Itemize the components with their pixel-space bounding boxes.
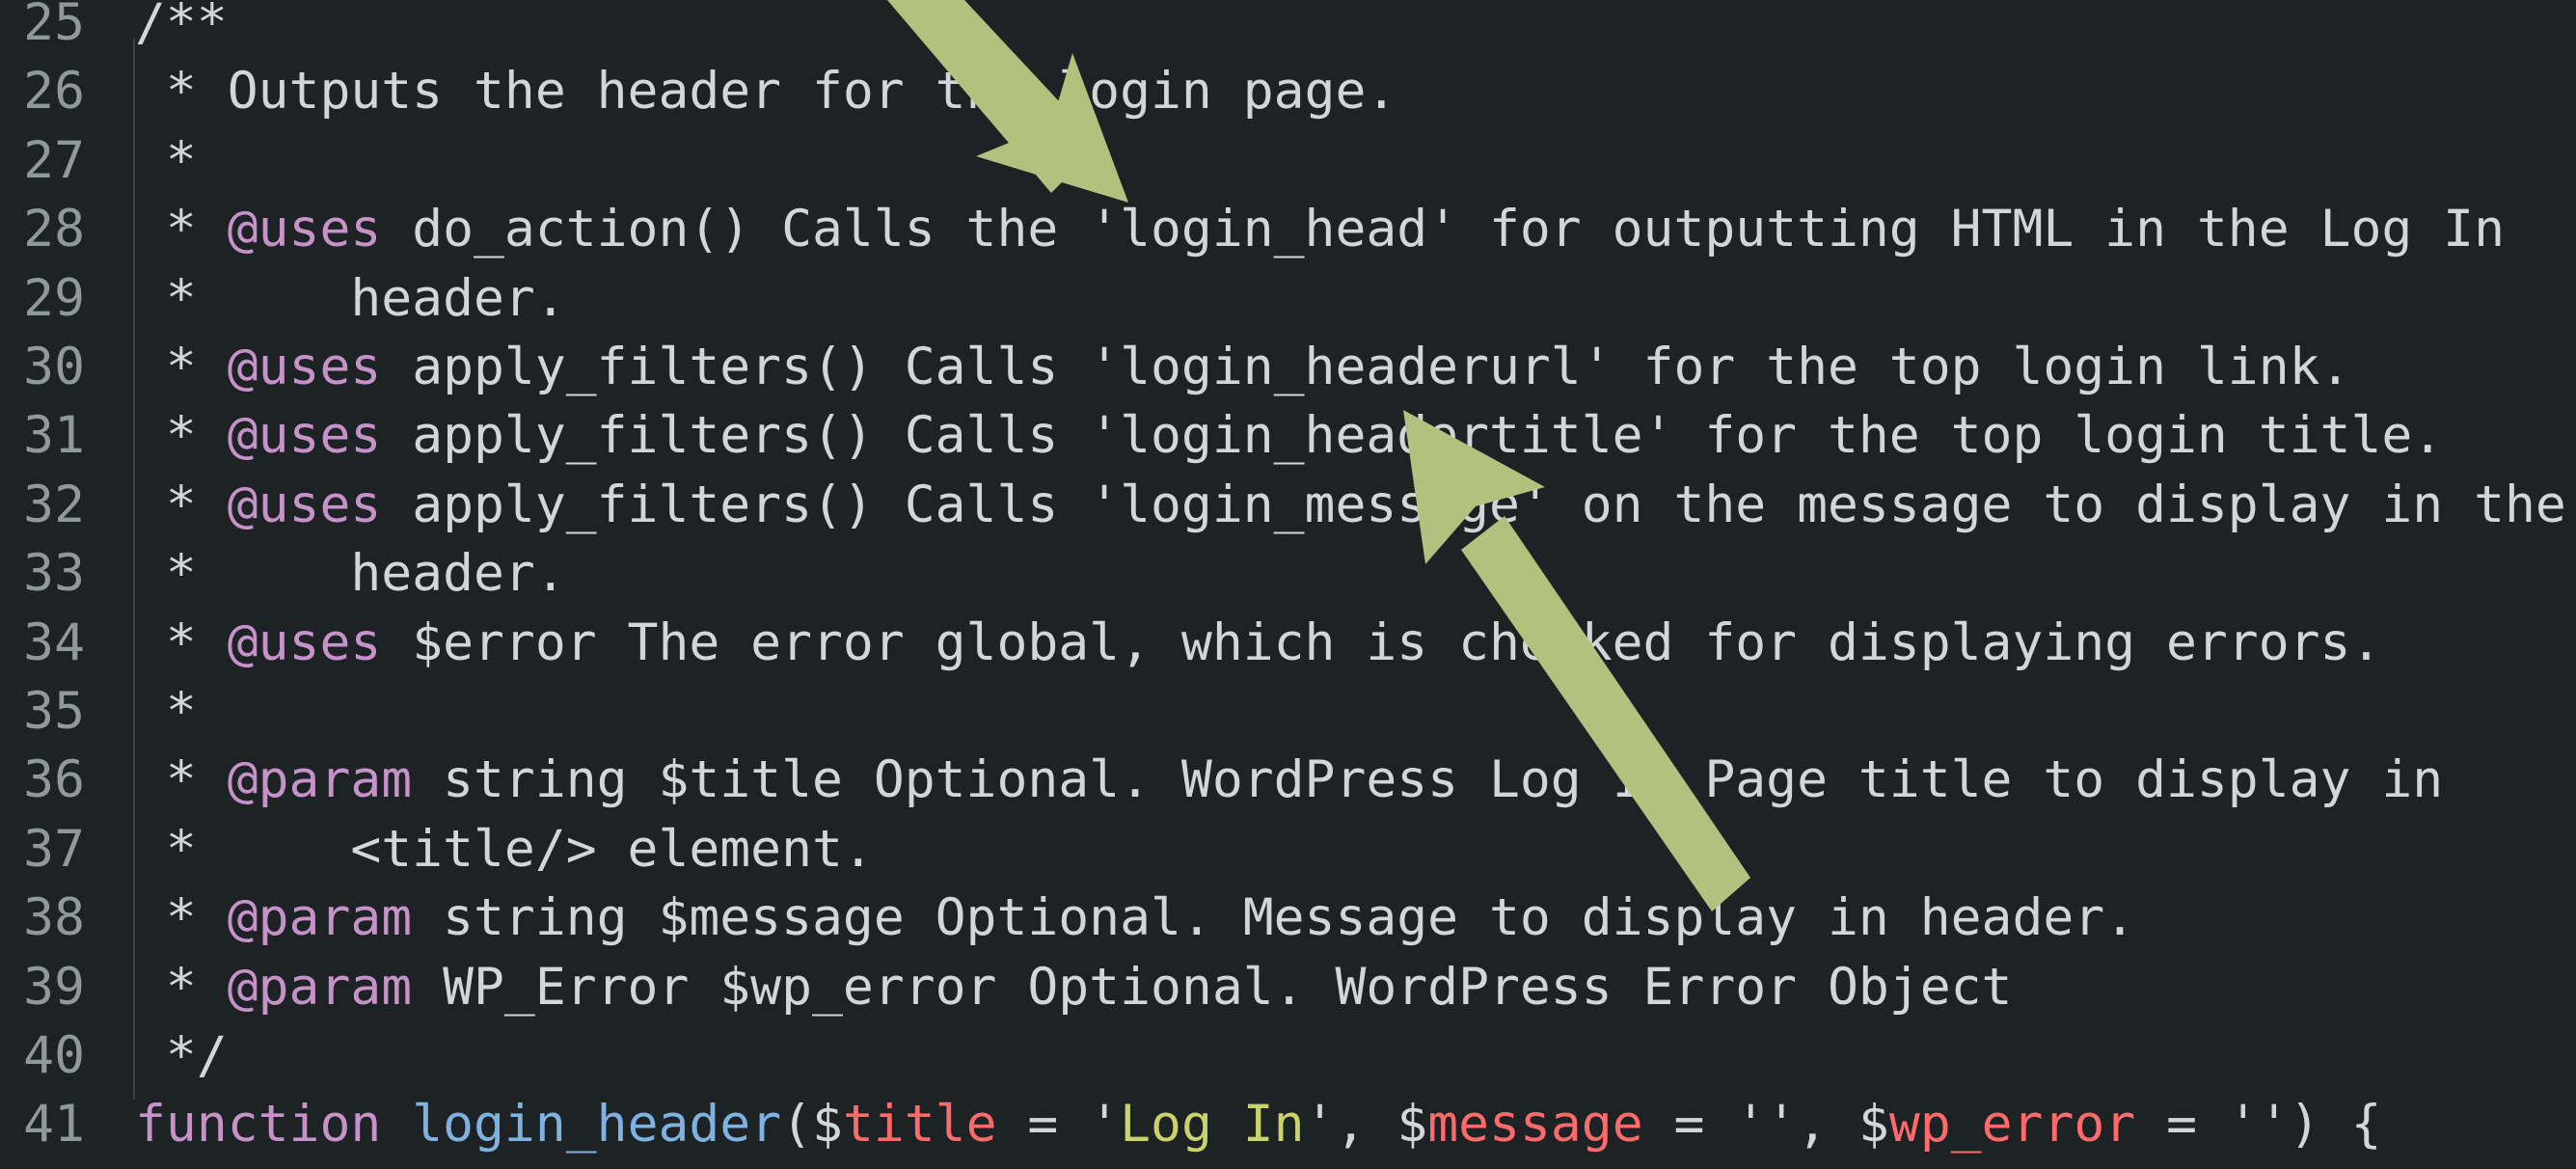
code-token: = '', <box>1642 1095 1858 1155</box>
code-token: @uses <box>227 406 382 466</box>
code-line[interactable]: 37 * <title/> element. <box>0 815 2576 884</box>
line-number: 41 <box>23 1095 85 1155</box>
code-token: $error The error global, which is checke… <box>381 612 2382 672</box>
code-token: @param <box>227 750 413 810</box>
code-token: @uses <box>227 475 382 534</box>
code-token: wp_error <box>1888 1095 2136 1155</box>
code-token: * <box>135 200 228 259</box>
code-line[interactable]: 29 * header. <box>0 264 2576 334</box>
code-line[interactable]: 36 * @param string $title Optional. Word… <box>0 746 2576 815</box>
line-number: 29 <box>23 268 85 328</box>
code-token: * <box>135 682 197 741</box>
line-number: 26 <box>23 62 85 122</box>
line-code: * <box>135 126 197 196</box>
code-token: ( <box>781 1095 813 1155</box>
code-token: Log In <box>1120 1095 1305 1155</box>
code-line[interactable]: 38 * @param string $message Optional. Me… <box>0 884 2576 953</box>
line-code: * @uses apply_filters() Calls 'login_mes… <box>135 471 2566 540</box>
line-code: * Outputs the header for the login page. <box>135 57 1396 126</box>
line-number: 40 <box>23 1026 85 1085</box>
code-line[interactable]: 28 * @uses do_action() Calls the 'login_… <box>0 195 2576 264</box>
line-number: 38 <box>23 888 85 948</box>
code-token: string $title Optional. WordPress Log In… <box>412 750 2444 810</box>
code-line[interactable]: 31 * @uses apply_filters() Calls 'login_… <box>0 401 2576 471</box>
code-token: * Outputs the header for the login page. <box>135 62 1397 122</box>
line-code: * header. <box>135 264 566 334</box>
code-token: $ <box>1858 1095 1889 1155</box>
line-number: 36 <box>23 750 85 810</box>
code-token: /** <box>135 0 228 52</box>
line-code: * @param string $title Optional. WordPre… <box>135 746 2443 815</box>
line-code: * @uses apply_filters() Calls 'login_hea… <box>135 333 2351 402</box>
code-line[interactable]: 41 function login_header($title = 'Log In… <box>0 1090 2576 1159</box>
code-token: * <box>135 130 197 190</box>
line-code: * @uses do_action() Calls the 'login_hea… <box>135 195 2505 264</box>
code-token: * <box>135 957 228 1017</box>
line-code: * @param WP_Error $wp_error Optional. Wo… <box>135 953 2013 1022</box>
code-token: title <box>842 1095 997 1155</box>
code-line[interactable]: 33 * header. <box>0 539 2576 609</box>
line-number: 25 <box>23 0 85 52</box>
code-token: @uses <box>227 612 382 672</box>
code-token: function <box>135 1095 382 1155</box>
line-code: function login_header($title = 'Log In',… <box>135 1090 2381 1159</box>
code-line[interactable]: 40 */ <box>0 1021 2576 1091</box>
code-token: $ <box>812 1095 843 1155</box>
code-line[interactable]: 26 * Outputs the header for the login pa… <box>0 57 2576 126</box>
code-token: */ <box>135 1026 228 1085</box>
code-editor[interactable]: 25/** 26 * Outputs the header for the log… <box>0 0 2576 1169</box>
code-token: @param <box>227 957 413 1017</box>
code-token: apply_filters() Calls 'login_message' on… <box>381 475 2566 534</box>
line-code: * <title/> element. <box>135 815 874 884</box>
line-number: 35 <box>23 682 85 741</box>
line-code: */ <box>135 1021 228 1091</box>
line-code: * @param string $message Optional. Messa… <box>135 884 2135 953</box>
code-token: @uses <box>227 200 382 259</box>
code-token: * <box>135 338 228 396</box>
line-code: * @uses apply_filters() Calls 'login_hea… <box>135 401 2443 471</box>
line-code: /** <box>135 0 228 58</box>
code-token: string $message Optional. Message to dis… <box>412 888 2136 948</box>
code-line[interactable]: 39 * @param WP_Error $wp_error Optional.… <box>0 953 2576 1022</box>
code-token: @param <box>227 888 413 948</box>
code-line[interactable]: 30 * @uses apply_filters() Calls 'login_… <box>0 333 2576 402</box>
code-token: @uses <box>227 338 382 396</box>
code-token: * <box>135 406 228 466</box>
line-number: 34 <box>23 612 85 672</box>
code-token: WP_Error $wp_error Optional. WordPress E… <box>412 957 2013 1017</box>
code-token: message <box>1427 1095 1643 1155</box>
code-token: do_action() Calls the 'login_head' for o… <box>381 200 2505 259</box>
code-token: = '') { <box>2135 1095 2382 1155</box>
line-code: * @uses $error The error global, which i… <box>135 609 2381 678</box>
code-token: * header. <box>135 268 566 328</box>
code-line[interactable]: 32 * @uses apply_filters() Calls 'login_… <box>0 471 2576 540</box>
code-token: * <title/> element. <box>135 819 874 879</box>
line-code: * header. <box>135 539 566 609</box>
code-token: * <box>135 888 228 948</box>
code-token: apply_filters() Calls 'login_headerurl' … <box>381 338 2351 396</box>
code-token: ', <box>1304 1095 1397 1155</box>
code-token: apply_filters() Calls 'login_headertitle… <box>381 406 2444 466</box>
line-number: 33 <box>23 544 85 604</box>
code-line[interactable]: 34 * @uses $error The error global, whic… <box>0 609 2576 678</box>
line-number: 37 <box>23 819 85 879</box>
code-line[interactable]: 25 /** <box>0 0 2576 58</box>
code-token: * <box>135 475 228 534</box>
line-number: 28 <box>23 200 85 259</box>
code-line[interactable]: 27 * <box>0 126 2576 196</box>
code-token: login_header <box>412 1095 782 1155</box>
code-token: * <box>135 750 228 810</box>
line-number: 27 <box>23 130 85 190</box>
code-token: $ <box>1396 1095 1428 1155</box>
code-token: * header. <box>135 544 566 604</box>
line-number: 31 <box>23 406 85 466</box>
line-number: 30 <box>23 338 85 396</box>
line-number: 32 <box>23 475 85 534</box>
code-line[interactable]: 35 * <box>0 677 2576 747</box>
line-code: * <box>135 677 197 747</box>
code-token: = ' <box>996 1095 1121 1155</box>
code-token: * <box>135 612 228 672</box>
line-number: 39 <box>23 957 85 1017</box>
